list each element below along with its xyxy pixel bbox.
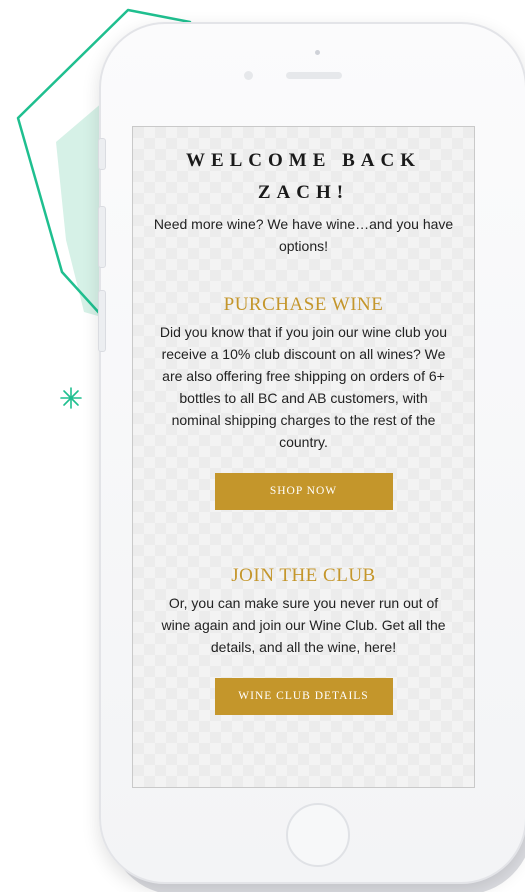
wine-club-details-button[interactable]: WINE CLUB DETAILS — [214, 678, 393, 715]
home-button[interactable] — [286, 803, 350, 867]
purchase-wine-heading: PURCHASE WINE — [223, 294, 384, 315]
volume-up-button — [98, 206, 106, 268]
intro-text: Need more wine? We have wine…and you hav… — [153, 216, 454, 254]
sparkle-icon — [60, 387, 82, 409]
greeting-heading: WELCOME BACK ZACH! — [185, 150, 422, 203]
mute-switch — [98, 138, 106, 170]
mockup-stage: WELCOME BACK ZACH! Need more wine? We ha… — [0, 0, 525, 892]
proximity-sensor — [244, 71, 253, 80]
volume-down-button — [98, 290, 106, 352]
shop-now-button[interactable]: SHOP NOW — [214, 473, 393, 510]
join-club-text: Or, you can make sure you never run out … — [161, 595, 446, 655]
email-screen: WELCOME BACK ZACH! Need more wine? We ha… — [132, 126, 475, 788]
join-club-heading: JOIN THE CLUB — [231, 565, 376, 586]
earpiece-speaker — [286, 72, 342, 79]
purchase-wine-text: Did you know that if you join our wine c… — [159, 324, 448, 450]
front-camera — [315, 50, 320, 55]
